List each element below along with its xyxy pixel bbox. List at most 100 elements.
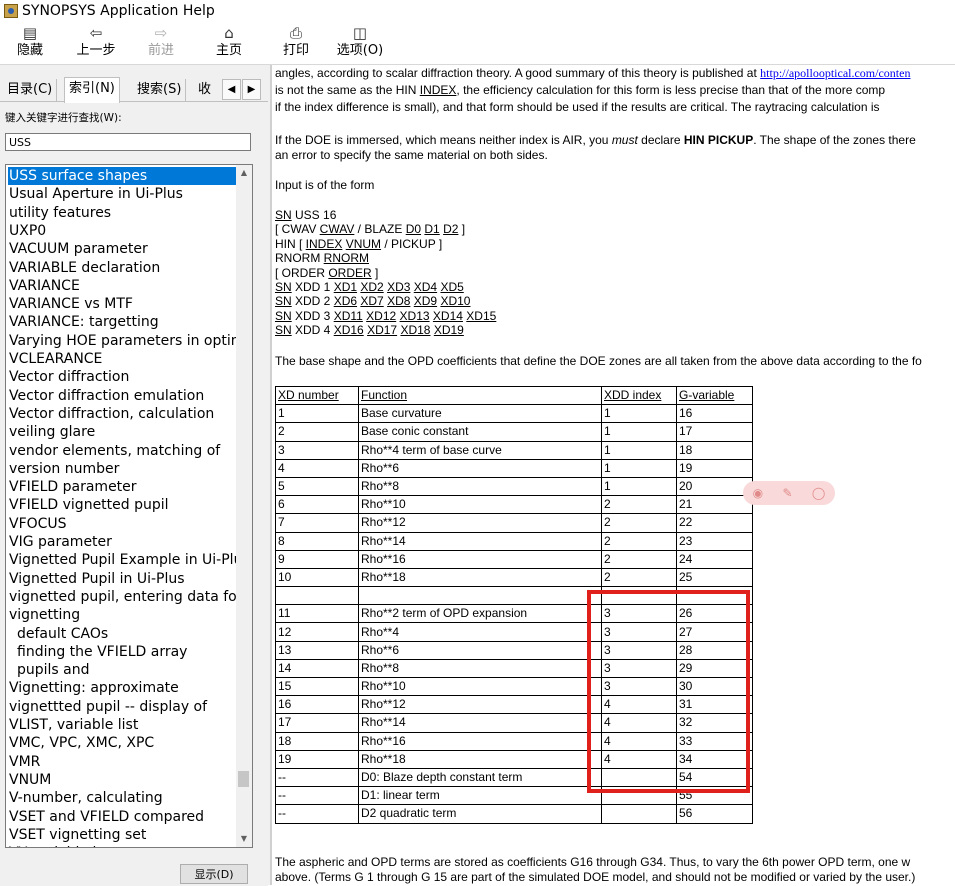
index-list-item[interactable]: Vignetting: approximate bbox=[8, 679, 239, 697]
xd-coefficient-link[interactable]: XD15 bbox=[466, 309, 496, 323]
index-list-item[interactable]: VFIELD vignetted pupil bbox=[8, 496, 239, 514]
xd-coefficient-link[interactable]: XD17 bbox=[367, 323, 397, 337]
index-list-item[interactable]: vignettted pupil -- display of bbox=[8, 698, 239, 716]
show-button[interactable]: 显示(D) bbox=[180, 864, 248, 884]
index-list-item[interactable]: pupils and bbox=[8, 661, 247, 679]
hide-button[interactable]: ▤ 隐藏 bbox=[14, 24, 46, 62]
scroll-down-icon[interactable]: ▼ bbox=[236, 831, 252, 847]
cell-xd-number: 9 bbox=[275, 549, 359, 569]
index-list-item[interactable]: VARIANCE: targetting bbox=[8, 313, 239, 331]
xd-coefficient-link[interactable]: XD7 bbox=[360, 294, 383, 308]
index-list-item[interactable]: VLIST, variable list bbox=[8, 716, 239, 734]
xd-coefficient-link[interactable]: XD6 bbox=[334, 294, 357, 308]
xdd-syntax-line: SN XDD 4 XD16 XD17 XD18 XD19 bbox=[275, 323, 464, 337]
screenshot-icon[interactable]: ◉ bbox=[753, 486, 763, 500]
keyword-input[interactable]: USS bbox=[5, 133, 251, 151]
surface-number-link[interactable]: SN bbox=[275, 294, 292, 308]
xd-coefficient-link[interactable]: XD10 bbox=[440, 294, 470, 308]
index-list-item[interactable]: Usual Aperture in Ui-Plus bbox=[8, 185, 239, 203]
xd-coefficient-link[interactable]: XD11 bbox=[334, 309, 363, 323]
index-list-item[interactable]: vignetting bbox=[8, 606, 239, 624]
index-list-item[interactable]: Vignetted Pupil in Ui-Plus bbox=[8, 570, 239, 588]
index-list-item[interactable]: VFIELD parameter bbox=[8, 478, 239, 496]
index-list-item[interactable]: Vector diffraction emulation bbox=[8, 387, 239, 405]
back-button[interactable]: ⇦ 上一步 bbox=[74, 24, 118, 62]
floating-toolbar[interactable]: ◉ ✎ ◯ bbox=[743, 481, 835, 505]
topic-content: angles, according to scalar diffraction … bbox=[272, 65, 955, 885]
scroll-up-icon[interactable]: ▲ bbox=[236, 165, 252, 181]
xd-coefficient-link[interactable]: XD4 bbox=[414, 280, 437, 294]
xd-coefficient-link[interactable]: XD16 bbox=[334, 323, 364, 337]
surface-number-link[interactable]: SN bbox=[275, 280, 292, 294]
index-list-item[interactable]: default CAOs bbox=[8, 625, 247, 643]
index-list-item[interactable]: VACUUM parameter bbox=[8, 240, 239, 258]
index-list-item[interactable]: USS surface shapes bbox=[8, 167, 239, 185]
index-list-item[interactable]: VFOCUS bbox=[8, 515, 239, 533]
print-button[interactable]: ⎙ 打印 bbox=[281, 24, 311, 62]
tab-index[interactable]: 索引(N) bbox=[64, 77, 120, 103]
forward-button[interactable]: ⇨ 前进 bbox=[144, 24, 178, 62]
tab-contents[interactable]: 目录(C) bbox=[3, 79, 58, 101]
index-list-item[interactable]: VCLEARANCE bbox=[8, 350, 239, 368]
index-list-item[interactable]: VARIANCE vs MTF bbox=[8, 295, 239, 313]
search-icon[interactable]: ◯ bbox=[812, 486, 825, 500]
xd-coefficient-link[interactable]: XD8 bbox=[387, 294, 410, 308]
index-link[interactable]: INDEX bbox=[420, 83, 457, 97]
index-list-item[interactable]: veiling glare bbox=[8, 423, 239, 441]
index-list-item[interactable]: UXP0 bbox=[8, 222, 239, 240]
header-g-variable: G-variable bbox=[676, 385, 753, 406]
index-list-item[interactable]: utility features bbox=[8, 204, 239, 222]
cell-function: Rho**6 bbox=[358, 640, 602, 660]
index-list-item[interactable]: version number bbox=[8, 460, 239, 478]
tab-scroll-left-icon[interactable]: ◀ bbox=[222, 79, 241, 100]
cell-g-variable: 18 bbox=[676, 440, 753, 460]
index-list-item[interactable]: vignetted pupil, entering data for bbox=[8, 588, 239, 606]
index-list-item[interactable]: VMR bbox=[8, 753, 239, 771]
scroll-thumb[interactable] bbox=[238, 771, 249, 787]
xd-coefficient-link[interactable]: XD5 bbox=[440, 280, 463, 294]
index-list-item[interactable]: VMC, VPC, XMC, XPC bbox=[8, 734, 239, 752]
xd-coefficient-link[interactable]: XD18 bbox=[400, 323, 430, 337]
surface-number-link[interactable]: SN bbox=[275, 323, 292, 337]
tab-scroller: ◀ ▶ bbox=[222, 79, 262, 100]
cell-function bbox=[358, 586, 602, 606]
index-list-item[interactable]: VY variable input bbox=[8, 844, 239, 847]
xd-coefficient-link[interactable]: XD14 bbox=[433, 309, 463, 323]
index-list[interactable]: USS surface shapes Usual Aperture in Ui-P… bbox=[5, 164, 253, 848]
xd-coefficient-link[interactable]: XD13 bbox=[400, 309, 430, 323]
index-list-item[interactable]: VSET and VFIELD compared bbox=[8, 808, 239, 826]
index-list-item[interactable]: Vignetted Pupil Example in Ui-Plus bbox=[8, 551, 239, 569]
tab-favorites[interactable]: 收藏 bbox=[194, 79, 224, 101]
cell-xdd-index: 1 bbox=[601, 440, 677, 460]
index-list-item[interactable]: Vector diffraction bbox=[8, 368, 239, 386]
keyword-label: 键入关键字进行查找(W): bbox=[5, 112, 122, 124]
index-list-item[interactable]: finding the VFIELD array bbox=[8, 643, 247, 661]
cell-xd-number: -- bbox=[275, 804, 359, 824]
hide-pane-icon: ▤ bbox=[22, 24, 38, 42]
surface-number-link[interactable]: SN bbox=[275, 309, 292, 323]
edit-icon[interactable]: ✎ bbox=[782, 486, 792, 500]
index-list-item[interactable]: VIG parameter bbox=[8, 533, 239, 551]
index-list-item[interactable]: Vector diffraction, calculation bbox=[8, 405, 239, 423]
xd-coefficient-link[interactable]: XD1 bbox=[334, 280, 357, 294]
index-list-item[interactable]: VSET vignetting set bbox=[8, 826, 239, 844]
xd-coefficient-link[interactable]: XD2 bbox=[360, 280, 383, 294]
xd-coefficient-link[interactable]: XD9 bbox=[414, 294, 437, 308]
index-list-item[interactable]: Varying HOE parameters in optimiz bbox=[8, 332, 239, 350]
xd-coefficient-link[interactable]: XD19 bbox=[434, 323, 464, 337]
home-button[interactable]: ⌂ 主页 bbox=[214, 24, 244, 62]
index-list-item[interactable]: VARIABLE declaration bbox=[8, 259, 239, 277]
tab-scroll-right-icon[interactable]: ▶ bbox=[242, 79, 261, 100]
cell-function: Rho**10 bbox=[358, 495, 602, 515]
xd-coefficient-link[interactable]: XD12 bbox=[366, 309, 396, 323]
options-button[interactable]: ◫ 选项(O) bbox=[334, 24, 386, 62]
index-list-item[interactable]: vendor elements, matching of bbox=[8, 442, 239, 460]
paragraph-1-line-2: is not the same as the HIN INDEX, the ef… bbox=[275, 83, 886, 97]
apollooptical-link[interactable]: http://apollooptical.com/conten bbox=[760, 66, 910, 80]
index-list-item[interactable]: VARIANCE bbox=[8, 277, 239, 295]
xd-coefficient-link[interactable]: XD3 bbox=[387, 280, 410, 294]
index-list-item[interactable]: VNUM bbox=[8, 771, 239, 789]
index-list-item[interactable]: V-number, calculating bbox=[8, 789, 239, 807]
index-list-scrollbar[interactable]: ▲ ▼ bbox=[236, 165, 252, 847]
tab-search[interactable]: 搜索(S) bbox=[133, 79, 187, 101]
